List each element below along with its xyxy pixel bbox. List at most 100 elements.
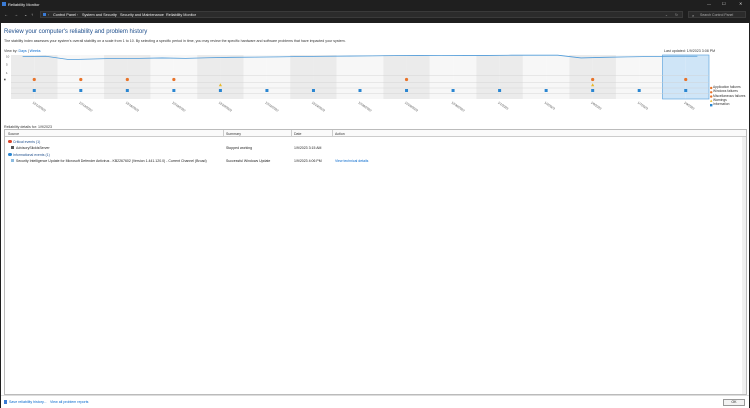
window-title: Reliability Monitor (8, 1, 40, 7)
table-header: Source Summary Date Action (5, 130, 746, 137)
maximize-button[interactable]: ☐ (722, 1, 726, 6)
breadcrumb-reliability-monitor[interactable]: Reliability Monitor (166, 13, 196, 17)
cell-source: Security Intelligence Update for Microso… (16, 158, 207, 163)
search-input[interactable]: Search Control Panel (700, 13, 733, 17)
row-indicator (4, 78, 6, 81)
view-weeks-link[interactable]: Weeks (30, 49, 41, 53)
chart-column (522, 55, 547, 99)
chart-column (313, 55, 337, 99)
chart-column (80, 55, 105, 99)
x-tick-label: 12/24/2022 (311, 101, 326, 113)
recent-dropdown-icon[interactable]: ⌄ (24, 12, 27, 17)
chart-column (662, 55, 686, 99)
column-divider[interactable] (332, 130, 333, 137)
y-tick-label: 1 (6, 71, 8, 75)
chart-column (150, 55, 174, 99)
x-tick-label: 1/9/2023 (683, 101, 695, 111)
application-failure-marker (591, 77, 595, 82)
update-icon (11, 159, 14, 162)
view-separator: | (27, 49, 29, 53)
view-days-link[interactable]: Days (19, 49, 27, 53)
application-failure-marker (172, 77, 176, 82)
address-bar[interactable]: › Control Panel › System and Security › … (40, 11, 683, 18)
critical-icon (8, 139, 12, 143)
group-title: Critical events (1) (13, 139, 41, 144)
information-marker (544, 89, 548, 92)
view-by: View by: Days | Weeks (4, 49, 41, 53)
ok-button[interactable]: OK (723, 399, 745, 406)
view-by-label: View by: (4, 49, 18, 53)
x-tick-label: 12/18/2022 (171, 101, 186, 113)
chart-column (476, 55, 500, 99)
back-arrow-icon[interactable]: ← (4, 12, 8, 17)
column-source[interactable]: Source (8, 132, 19, 136)
information-marker (684, 89, 688, 92)
chart-column (243, 55, 267, 99)
chart-column (290, 55, 314, 99)
address-dropdown-icon[interactable]: ⌄ (665, 13, 668, 17)
chart-column (499, 55, 523, 99)
cell-date: 1/9/2023 4:06 PM (294, 158, 322, 163)
app-icon (2, 2, 6, 6)
page-title: Review your computer's reliability and p… (4, 29, 148, 35)
x-tick-label: 12/22/2022 (264, 101, 279, 113)
chart-column (546, 55, 570, 99)
chart-column (406, 55, 430, 99)
chart-legend: Application failures Windows failures Mi… (713, 85, 745, 106)
reliability-chart-svg[interactable]: 10 5 1 12/12/2022 12/14/2022 12/16/2022 12/18/… (1, 54, 749, 124)
information-marker (125, 89, 129, 92)
x-tick-label: 1/5/2023 (590, 101, 602, 111)
details-table: Source Summary Date Action Critical even… (4, 129, 747, 395)
chart-column (197, 55, 221, 99)
cell-date: 1/9/2023 3:15 AM (294, 145, 322, 150)
column-divider[interactable] (223, 130, 224, 137)
group-informational-events[interactable]: Informational events (1) ▴ (5, 152, 746, 157)
cell-action[interactable]: View technical details (335, 159, 368, 163)
table-row[interactable]: Security Intelligence Update for Microso… (5, 158, 746, 163)
information-marker (451, 89, 455, 92)
chart-column (429, 55, 454, 99)
information-marker (79, 89, 83, 92)
y-tick-label: 5 (6, 63, 8, 67)
chart-column (104, 55, 128, 99)
save-history-link[interactable]: Save reliability history... (9, 400, 46, 404)
chart-column (11, 55, 35, 99)
cell-summary: Stopped working (226, 145, 253, 150)
application-failure-marker (684, 77, 688, 82)
app-icon (11, 146, 14, 149)
information-marker (637, 89, 641, 92)
close-button[interactable]: ✕ (739, 1, 742, 6)
chevron-right-icon: › (115, 13, 117, 17)
column-date[interactable]: Date (294, 132, 301, 136)
info-icon (8, 152, 12, 156)
information-marker (358, 89, 362, 92)
column-action[interactable]: Action (335, 132, 345, 136)
information-marker (405, 89, 409, 92)
legend-information: Information (713, 102, 730, 107)
minimize-button[interactable]: — (707, 1, 711, 6)
search-box[interactable]: Search Control Panel ⌕ (688, 11, 746, 18)
x-tick-label: 12/12/2022 (32, 101, 47, 113)
chevron-right-icon: › (48, 13, 50, 17)
vertical-scrollbar[interactable] (742, 137, 746, 394)
footer: Save reliability history... View all pro… (1, 395, 749, 408)
breadcrumb-control-panel[interactable]: Control Panel (53, 13, 76, 17)
up-arrow-icon[interactable]: ↑ (31, 12, 33, 17)
forward-arrow-icon[interactable]: → (14, 12, 18, 17)
chevron-right-icon: › (77, 13, 79, 17)
save-icon (4, 399, 7, 404)
chart-column (615, 55, 640, 99)
x-tick-label: 1/1/2023 (497, 101, 509, 111)
chart-column (173, 55, 198, 99)
view-all-reports-link[interactable]: View all problem reports (50, 400, 88, 404)
breadcrumb-system-security[interactable]: System and Security (82, 13, 117, 17)
breadcrumb-security-maintenance[interactable]: Security and Maintenance (120, 13, 164, 17)
column-divider[interactable] (291, 130, 292, 137)
column-summary[interactable]: Summary (226, 132, 241, 136)
x-tick-label: 1/7/2023 (637, 101, 649, 111)
table-row[interactable]: AdvisorySlicklsServer Stopped working 1/… (5, 145, 746, 150)
refresh-icon[interactable]: ↻ (675, 13, 678, 17)
reliability-chart[interactable]: 10 5 1 12/12/2022 12/14/2022 12/16/2022 12/18/… (1, 54, 749, 124)
x-tick-label: 1/3/2023 (544, 101, 556, 111)
group-critical-events[interactable]: Critical events (1) ▴ (5, 139, 746, 144)
